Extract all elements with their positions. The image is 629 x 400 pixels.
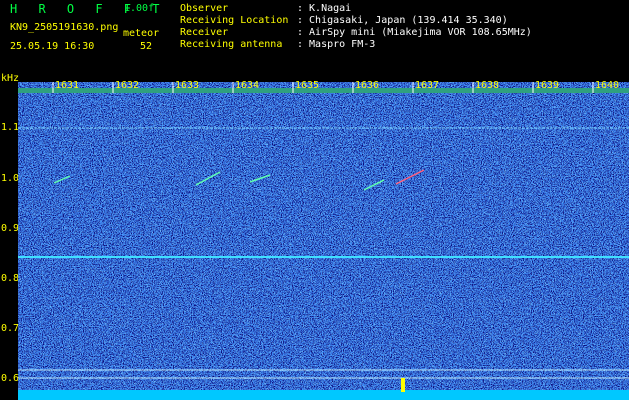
info-value-location: : Chigasaki, Japan (139.414 35.340) — [297, 15, 508, 26]
time-tick-1632: 1632 — [115, 80, 140, 91]
baseline-spike — [401, 378, 405, 392]
info-value-receiver: : AirSpy mini (Miakejima VOR 108.65MHz) — [297, 27, 532, 38]
baseline-band — [18, 390, 629, 400]
info-value-antenna: : Maspro FM-3 — [297, 39, 376, 50]
time-tick-1633: 1633 — [175, 80, 200, 91]
meteor-count: 52 — [140, 41, 153, 52]
date-time: 25.05.19 16:30 — [10, 41, 95, 52]
app-version: 1.00f — [124, 3, 155, 14]
y-tick-1-1: 1.1 — [1, 122, 20, 133]
time-tick-1631: 1631 — [55, 80, 80, 91]
time-tick-1634: 1634 — [235, 80, 260, 91]
y-tick-0-6: 0.6 — [1, 373, 20, 384]
time-tick-1638: 1638 — [475, 80, 500, 91]
y-tick-0-8: 0.8 — [1, 273, 20, 284]
time-tick-1635: 1635 — [295, 80, 320, 91]
file-name: KN9_2505191630.png — [10, 22, 119, 33]
info-label-receiver: Receiver — [180, 27, 229, 38]
y-tick-0-7: 0.7 — [1, 323, 20, 334]
info-label-location: Receiving Location — [180, 15, 289, 26]
info-label-observer: Observer — [180, 3, 229, 14]
y-tick-1-0: 1.0 — [1, 173, 20, 184]
time-tick-1636: 1636 — [355, 80, 380, 91]
meteor-label: meteor — [123, 28, 160, 39]
time-tick-1640: 1640 — [595, 80, 620, 91]
y-tick-0-9: 0.9 — [1, 223, 20, 234]
info-label-antenna: Receiving antenna — [180, 39, 283, 50]
noise-speckle-layer — [18, 82, 629, 400]
spectrogram-plot — [18, 82, 629, 400]
info-value-observer: : K.Nagai — [297, 3, 352, 14]
axis-unit-label: kHz — [1, 73, 20, 84]
header-panel: H R O F F T 1.00f KN9_2505191630.png met… — [0, 0, 629, 72]
time-tick-1639: 1639 — [535, 80, 560, 91]
time-tick-1637: 1637 — [415, 80, 440, 91]
